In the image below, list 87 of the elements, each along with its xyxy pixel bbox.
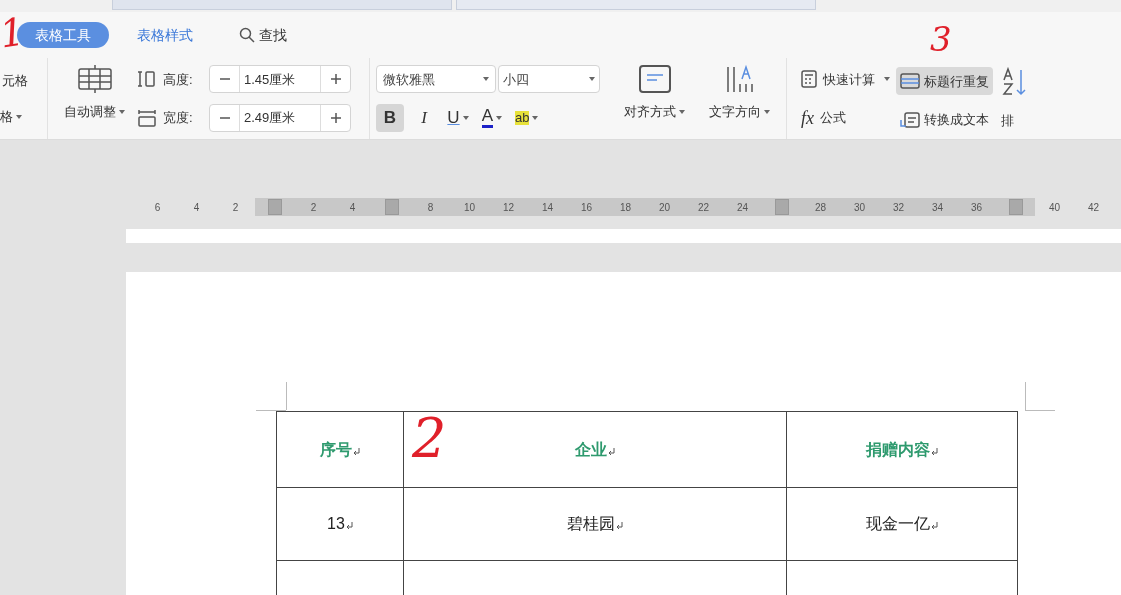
ruler-number: 42	[1087, 200, 1100, 215]
dropdown-caret-icon	[679, 109, 685, 114]
paragraph-mark-icon	[353, 447, 360, 455]
plus-icon	[330, 74, 341, 85]
ruler-number: 12	[502, 200, 515, 215]
formula-icon: fx	[801, 108, 814, 127]
font-select[interactable]: 微软雅黑	[376, 65, 496, 94]
table-cell: 现金一亿	[866, 515, 930, 532]
quick-calc-button[interactable]: 快速计算	[801, 69, 890, 89]
ruler-number: 28	[814, 200, 827, 215]
ruler-number: 22	[697, 200, 710, 215]
column-width-icon	[137, 108, 157, 127]
ruler-margin-marker[interactable]	[1008, 199, 1023, 215]
table-rows-icon	[900, 73, 920, 90]
ribbon-tab[interactable]: 表格样式	[129, 22, 201, 48]
repeat-header-button[interactable]: 标题行重复	[896, 67, 993, 96]
convert-to-text-button[interactable]: 转换成文本	[896, 110, 993, 130]
dropdown-caret-icon	[16, 114, 22, 119]
spin-value[interactable]: 1.45厘米	[240, 66, 320, 93]
plus-icon	[330, 112, 341, 123]
ruler-number: 8	[427, 200, 434, 215]
font-size-select[interactable]: 小四	[498, 65, 600, 94]
dropdown-caret-icon	[589, 77, 595, 82]
convert-icon	[900, 111, 920, 128]
table-icon	[76, 64, 113, 94]
ruler-number: 4	[349, 200, 356, 215]
paragraph-mark-icon	[931, 447, 938, 455]
dropdown-caret-icon	[462, 115, 469, 120]
dropdown-caret-icon	[119, 109, 125, 114]
dropdown-caret-icon	[532, 115, 539, 120]
row-height-icon	[137, 70, 157, 89]
formula-button[interactable]: fx 公式	[801, 108, 890, 128]
column-header: 捐赠内容	[866, 440, 930, 458]
document-tab[interactable]	[456, 0, 816, 10]
ruler-number: 36	[970, 200, 983, 215]
paragraph-mark-icon	[608, 447, 615, 455]
underline-button[interactable]: U	[444, 103, 472, 132]
paragraph-mark-icon	[931, 522, 938, 529]
ruler-number: 4	[193, 200, 200, 215]
align-icon	[637, 64, 672, 94]
ruler-number: 2	[232, 200, 239, 215]
ruler-number: 18	[619, 200, 632, 215]
dropdown-caret-icon	[884, 77, 890, 82]
ribbon-label[interactable]: 格	[0, 107, 47, 127]
dropdown-caret-icon	[483, 77, 489, 82]
annotation-mark: 3	[930, 22, 952, 56]
dropdown-caret-icon	[496, 115, 503, 120]
column-header: 企业	[575, 440, 607, 458]
ruler-number: 24	[736, 200, 749, 215]
ruler-number: 14	[541, 200, 554, 215]
ruler-number: 32	[892, 200, 905, 215]
calculator-icon	[801, 70, 817, 89]
ruler-number: 16	[580, 200, 593, 215]
field-label: 宽度:	[163, 109, 194, 127]
field-label: 高度:	[163, 70, 194, 89]
ruler-margin-marker[interactable]	[774, 199, 789, 215]
bold-button[interactable]: B	[376, 103, 404, 132]
spin-box[interactable]: 1.45厘米	[209, 65, 351, 94]
spin-box[interactable]: 2.49厘米	[209, 103, 351, 132]
sort-button[interactable]: 排	[1001, 58, 1031, 139]
document-tab[interactable]	[112, 0, 452, 10]
annotation-mark: 2	[412, 412, 447, 466]
ruler-number: 20	[658, 200, 671, 215]
ruler-margin-marker[interactable]	[384, 199, 399, 215]
paragraph-mark-icon	[345, 522, 353, 529]
paragraph-mark-icon	[616, 522, 623, 529]
ruler-number: 6	[154, 200, 161, 215]
auto-adjust-button[interactable]: 自动调整	[64, 64, 125, 139]
align-button[interactable]: 对齐方式	[624, 64, 685, 139]
search-icon	[239, 27, 255, 43]
font-color-button[interactable]: A	[478, 103, 506, 132]
dropdown-caret-icon	[764, 109, 770, 114]
ribbon-label[interactable]: 元格	[0, 70, 47, 90]
column-header: 序号	[320, 440, 352, 458]
ruler-number: 2	[310, 200, 317, 215]
ruler-number: 10	[463, 200, 476, 215]
highlight-button[interactable]: ab	[512, 103, 542, 132]
ruler-number: 34	[931, 200, 944, 215]
italic-button[interactable]: I	[410, 103, 438, 132]
ribbon-tab[interactable]: 查找	[231, 22, 295, 48]
ruler-number: 30	[853, 200, 866, 215]
text-direction-button[interactable]: 文字方向	[709, 64, 770, 139]
ruler-number: 40	[1048, 200, 1061, 215]
spin-value[interactable]: 2.49厘米	[240, 104, 320, 131]
ruler-margin-marker[interactable]	[267, 199, 282, 215]
table-cell: 碧桂园	[567, 515, 615, 532]
table-cell: 13	[327, 515, 345, 532]
